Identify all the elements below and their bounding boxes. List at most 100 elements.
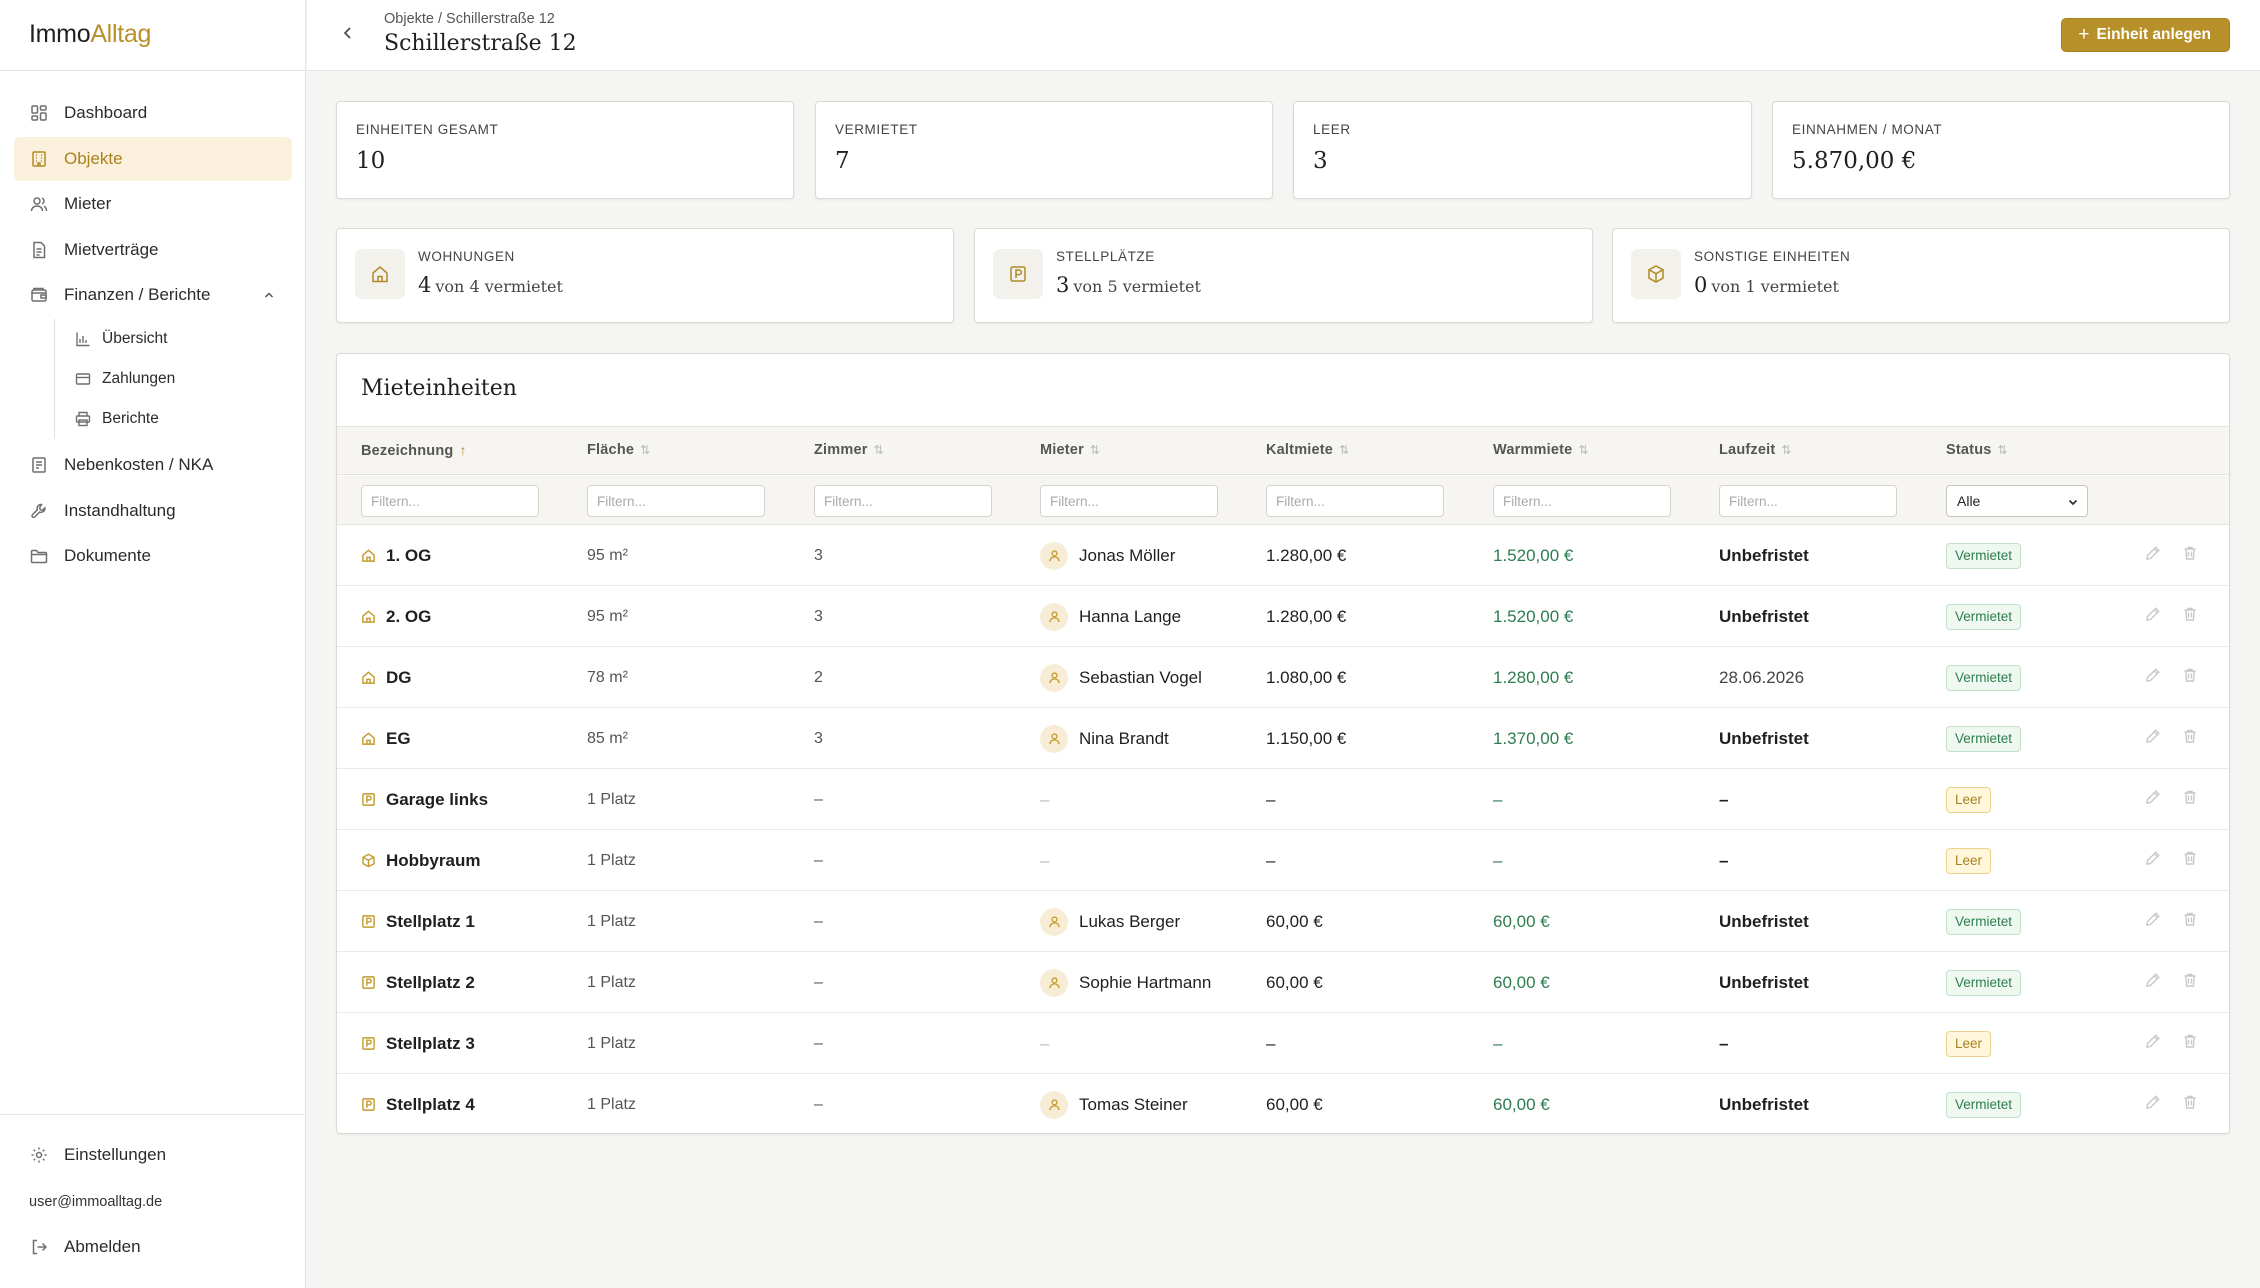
subnav-item-uebersicht[interactable]: Übersicht xyxy=(67,319,292,359)
cell-status: Vermietet xyxy=(1946,525,2022,586)
filter-kaltmiete[interactable] xyxy=(1266,485,1444,517)
filter-mieter[interactable] xyxy=(1040,485,1218,517)
cell-bezeichnung[interactable]: EG xyxy=(361,708,411,769)
add-unit-button[interactable]: + Einheit anlegen xyxy=(2061,18,2230,52)
logout-link[interactable]: Abmelden xyxy=(14,1225,292,1271)
cell-status: Vermietet xyxy=(1946,1074,2022,1133)
cell-status: Vermietet xyxy=(1946,586,2022,647)
delete-button[interactable] xyxy=(2182,830,2202,891)
table-row[interactable]: Stellplatz 4 1 Platz – Tomas Steiner 60,00 €… xyxy=(337,1074,2229,1133)
edit-button[interactable] xyxy=(2145,769,2165,830)
table-row[interactable]: DG 78 m² 2 Sebastian Vogel 1.080,00 € 1.280,0… xyxy=(337,647,2229,708)
table-row[interactable]: 1. OG 95 m² 3 Jonas Möller 1.280,00 € 1.520,0… xyxy=(337,525,2229,586)
chevron-up-icon[interactable] xyxy=(262,287,276,301)
column-header-laufzeit[interactable]: Laufzeit ⇅ xyxy=(1719,442,1792,458)
building-icon xyxy=(30,150,48,168)
table-body: 1. OG 95 m² 3 Jonas Möller 1.280,00 € 1.520,0… xyxy=(337,525,2229,1133)
status-filter-select[interactable]: Alle xyxy=(1946,485,2088,517)
nav-item-dokumente[interactable]: Dokumente xyxy=(14,534,292,578)
column-header-zimmer[interactable]: Zimmer ⇅ xyxy=(814,442,884,458)
nav-item-mieter[interactable]: Mieter xyxy=(14,182,292,226)
edit-button[interactable] xyxy=(2145,525,2165,586)
divider xyxy=(0,1114,306,1115)
filter-flaeche[interactable] xyxy=(587,485,765,517)
tenant-name: Jonas Möller xyxy=(1079,545,1176,565)
edit-button[interactable] xyxy=(2145,1013,2165,1074)
box-icon xyxy=(1631,249,1681,299)
status-badge: Leer xyxy=(1946,1030,1992,1057)
edit-button[interactable] xyxy=(2145,586,2165,647)
nav-item-nebenkosten[interactable]: Nebenkosten / NKA xyxy=(14,443,292,487)
nav-item-dashboard[interactable]: Dashboard xyxy=(14,91,292,135)
nav-item-abmelden[interactable]: Abmelden xyxy=(14,1225,292,1269)
column-header-kaltmiete[interactable]: Kaltmiete ⇅ xyxy=(1266,442,1349,458)
cell-mieter: Sebastian Vogel xyxy=(1040,647,1202,708)
unit-name: Stellplatz 3 xyxy=(386,1033,475,1053)
table-row[interactable]: Stellplatz 2 1 Platz – Sophie Hartmann 60,00… xyxy=(337,952,2229,1013)
edit-button[interactable] xyxy=(2145,952,2165,1013)
pencil-icon xyxy=(2145,667,2161,688)
type-value: 3 von 5 vermietet xyxy=(1056,273,1201,297)
add-unit-label: Einheit anlegen xyxy=(2096,26,2211,43)
nav-item-instandhaltung[interactable]: Instandhaltung xyxy=(14,489,292,533)
nav-item-einstellungen[interactable]: Einstellungen xyxy=(14,1133,292,1177)
table-row[interactable]: Hobbyraum 1 Platz – – – – – Leer xyxy=(337,830,2229,891)
cell-bezeichnung[interactable]: Stellplatz 2 xyxy=(361,952,475,1013)
cell-warmmiete: 1.280,00 € xyxy=(1493,667,1574,687)
delete-button[interactable] xyxy=(2182,525,2202,586)
bar-chart-icon xyxy=(75,331,91,347)
subnav-item-berichte[interactable]: Berichte xyxy=(67,399,292,439)
edit-button[interactable] xyxy=(2145,647,2165,708)
user-icon xyxy=(1040,1090,1068,1119)
delete-button[interactable] xyxy=(2182,586,2202,647)
filter-bezeichnung[interactable] xyxy=(361,485,539,517)
delete-button[interactable] xyxy=(2182,1074,2202,1133)
settings-link[interactable]: Einstellungen xyxy=(14,1133,292,1179)
table-row[interactable]: 2. OG 95 m² 3 Hanna Lange 1.280,00 € 1.520,00… xyxy=(337,586,2229,647)
cell-bezeichnung[interactable]: Hobbyraum xyxy=(361,830,480,891)
delete-button[interactable] xyxy=(2182,647,2202,708)
unit-name: Stellplatz 1 xyxy=(386,911,475,931)
nav-item-objekte[interactable]: Objekte xyxy=(14,136,292,181)
cell-bezeichnung[interactable]: DG xyxy=(361,647,412,708)
tenant-name: Lukas Berger xyxy=(1079,911,1181,931)
cell-bezeichnung[interactable]: Stellplatz 4 xyxy=(361,1074,475,1133)
column-header-warmmiete[interactable]: Warmmiete ⇅ xyxy=(1493,442,1589,458)
edit-button[interactable] xyxy=(2145,1074,2165,1133)
filter-warmmiete[interactable] xyxy=(1493,485,1671,517)
table-row[interactable]: EG 85 m² 3 Nina Brandt 1.150,00 € 1.370,00 € U… xyxy=(337,708,2229,769)
cell-bezeichnung[interactable]: Garage links xyxy=(361,769,488,830)
subnav-item-zahlungen[interactable]: Zahlungen xyxy=(67,359,292,399)
table-row[interactable]: Stellplatz 3 1 Platz – – – – – Leer xyxy=(337,1013,2229,1074)
cell-bezeichnung[interactable]: Stellplatz 1 xyxy=(361,891,475,952)
delete-button[interactable] xyxy=(2182,952,2202,1013)
filter-zimmer[interactable] xyxy=(814,485,992,517)
tenant-name: Sebastian Vogel xyxy=(1079,667,1202,687)
nav-item-mietvertraege[interactable]: Mietverträge xyxy=(14,228,292,272)
edit-button[interactable] xyxy=(2145,891,2165,952)
pencil-icon xyxy=(2145,789,2161,810)
edit-button[interactable] xyxy=(2145,830,2165,891)
delete-button[interactable] xyxy=(2182,891,2202,952)
delete-button[interactable] xyxy=(2182,769,2202,830)
table-row[interactable]: Garage links 1 Platz – – – – – Leer xyxy=(337,769,2229,830)
app-logo[interactable]: ImmoAlltag xyxy=(29,20,151,49)
cell-bezeichnung[interactable]: 1. OG xyxy=(361,525,431,586)
status-badge: Leer xyxy=(1946,786,1992,813)
column-header-status[interactable]: Status ⇅ xyxy=(1946,442,2008,458)
column-header-bezeichnung[interactable]: Bezeichnung ↑ xyxy=(361,442,467,459)
status-filter-value: Alle xyxy=(1957,493,1981,509)
edit-button[interactable] xyxy=(2145,708,2165,769)
cell-bezeichnung[interactable]: 2. OG xyxy=(361,586,431,647)
cell-bezeichnung[interactable]: Stellplatz 3 xyxy=(361,1013,475,1074)
column-header-flaeche[interactable]: Fläche ⇅ xyxy=(587,442,650,458)
delete-button[interactable] xyxy=(2182,1013,2202,1074)
column-header-mieter[interactable]: Mieter ⇅ xyxy=(1040,442,1100,458)
tenant-name: Sophie Hartmann xyxy=(1079,972,1212,992)
breadcrumb[interactable]: Objekte / Schillerstraße 12 xyxy=(384,11,555,27)
delete-button[interactable] xyxy=(2182,708,2202,769)
nav-item-finanzen[interactable]: Finanzen / Berichte xyxy=(14,273,292,317)
back-button[interactable] xyxy=(337,24,359,46)
filter-laufzeit[interactable] xyxy=(1719,485,1897,517)
table-row[interactable]: Stellplatz 1 1 Platz – Lukas Berger 60,00 € 6… xyxy=(337,891,2229,952)
